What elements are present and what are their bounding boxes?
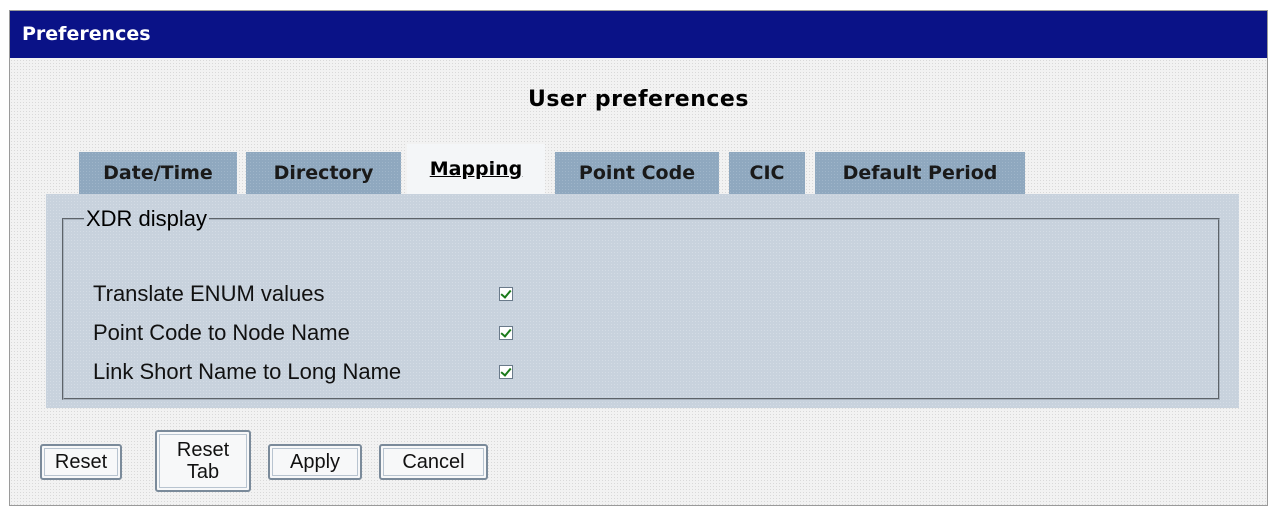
reset-tab-button-face: Reset Tab bbox=[159, 434, 247, 488]
window-titlebar: Preferences bbox=[10, 11, 1267, 58]
option-label: Link Short Name to Long Name bbox=[93, 359, 402, 384]
xdr-display-group: XDR display Translate ENUM values Point … bbox=[62, 208, 1220, 400]
option-point-code-to-node: Point Code to Node Name bbox=[93, 318, 513, 348]
cancel-button-label: Cancel bbox=[383, 448, 484, 476]
option-label: Translate ENUM values bbox=[93, 281, 325, 306]
reset-tab-label-line1: Reset bbox=[176, 439, 230, 461]
tab-directory[interactable]: Directory bbox=[246, 152, 401, 194]
tab-default-period[interactable]: Default Period bbox=[815, 152, 1025, 194]
cancel-button[interactable]: Cancel bbox=[379, 444, 488, 480]
tab-cic[interactable]: CIC bbox=[729, 152, 805, 194]
tab-mapping[interactable]: Mapping bbox=[407, 144, 545, 194]
preferences-window: Preferences User preferences Date/Time D… bbox=[9, 10, 1268, 506]
option-link-short-to-long: Link Short Name to Long Name bbox=[93, 357, 513, 387]
page-title: User preferences bbox=[528, 87, 749, 112]
tab-point-code[interactable]: Point Code bbox=[555, 152, 719, 194]
reset-button[interactable]: Reset bbox=[40, 444, 122, 480]
reset-tab-label-line2: Tab bbox=[186, 461, 220, 483]
link-short-to-long-checkbox[interactable] bbox=[499, 365, 513, 379]
translate-enum-checkbox[interactable] bbox=[499, 287, 513, 301]
reset-tab-button[interactable]: Reset Tab bbox=[155, 430, 251, 492]
tab-date-time[interactable]: Date/Time bbox=[79, 152, 237, 194]
option-translate-enum: Translate ENUM values bbox=[93, 279, 513, 309]
tab-panel-mapping: XDR display Translate ENUM values Point … bbox=[46, 194, 1239, 408]
xdr-display-legend: XDR display bbox=[86, 206, 208, 231]
reset-button-label: Reset bbox=[44, 448, 118, 476]
apply-button[interactable]: Apply bbox=[268, 444, 362, 480]
option-label: Point Code to Node Name bbox=[93, 320, 350, 345]
apply-button-label: Apply bbox=[272, 448, 358, 476]
point-code-to-node-checkbox[interactable] bbox=[499, 326, 513, 340]
